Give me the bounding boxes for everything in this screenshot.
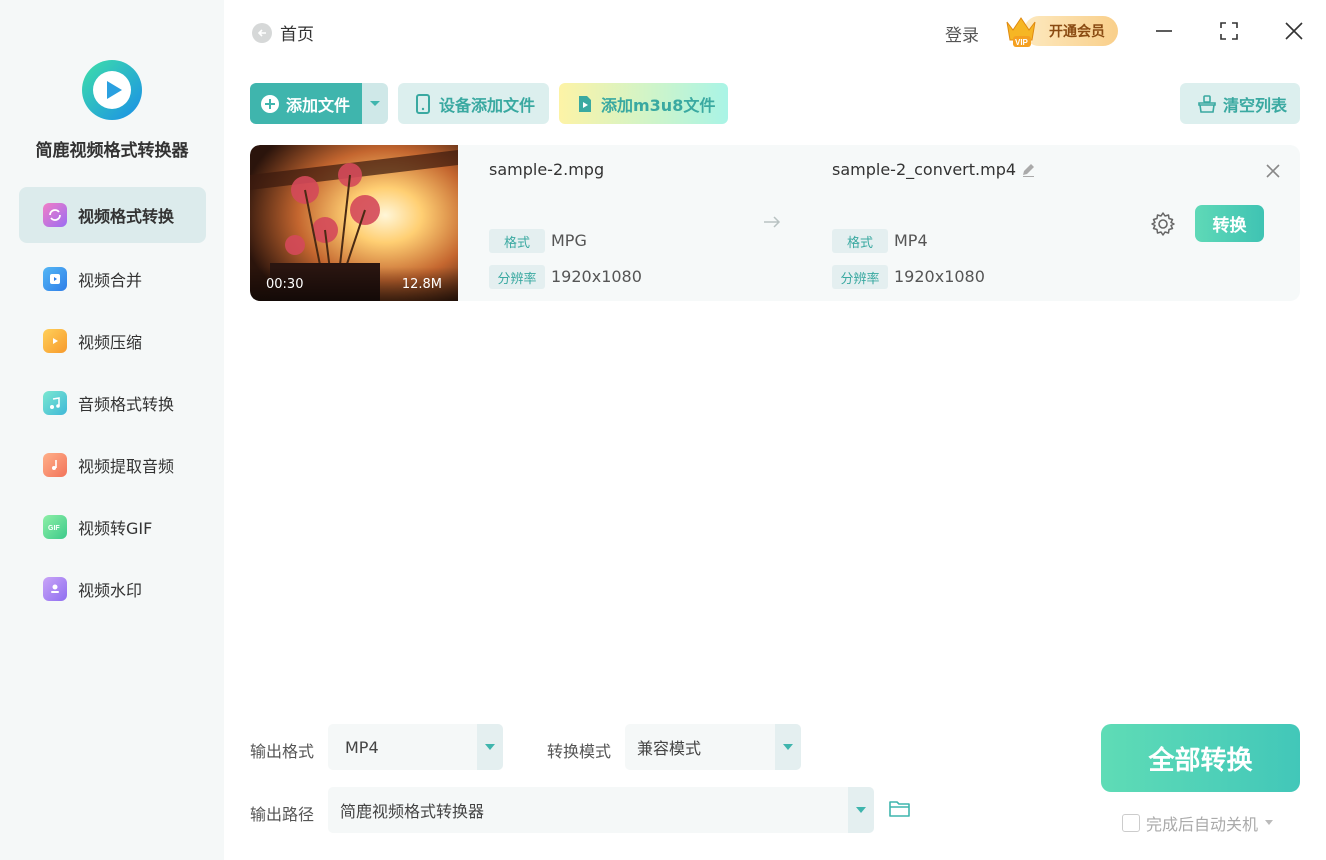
clear-list-button[interactable]: 清空列表 bbox=[1180, 83, 1300, 124]
output-path-value: 简鹿视频格式转换器 bbox=[340, 802, 485, 821]
source-resolution-tag: 分辨率 bbox=[489, 265, 545, 289]
source-format-tag: 格式 bbox=[489, 229, 545, 253]
app-logo-icon bbox=[80, 58, 144, 122]
add-m3u8-label: 添加m3u8文件 bbox=[601, 95, 716, 115]
sidebar-item-video-convert[interactable]: 视频格式转换 bbox=[19, 187, 206, 243]
add-m3u8-button[interactable]: 添加m3u8文件 bbox=[559, 83, 728, 124]
video-duration: 00:30 bbox=[266, 277, 304, 292]
auto-shutdown-label: 完成后自动关机 bbox=[1146, 815, 1259, 834]
login-link[interactable]: 登录 bbox=[945, 21, 979, 46]
sidebar: 简鹿视频格式转换器 视频格式转换 视频合并 视频压缩 音频格式转换 视频提取音频… bbox=[0, 0, 224, 860]
m3u8-file-icon bbox=[579, 95, 591, 112]
chevron-down-icon bbox=[485, 744, 495, 750]
sidebar-item-label: 视频转GIF bbox=[78, 519, 153, 538]
remove-file-icon[interactable] bbox=[1263, 161, 1283, 181]
output-format-value: MP4 bbox=[894, 231, 928, 250]
vip-badge-text: VIP bbox=[1015, 38, 1029, 47]
file-card: 00:30 12.8M sample-2.mpg 格式 MPG 分辨率 1920… bbox=[250, 145, 1300, 301]
sidebar-item-video-compress[interactable]: 视频压缩 bbox=[19, 313, 206, 369]
sidebar-item-watermark[interactable]: 视频水印 bbox=[19, 561, 206, 617]
maximize-button[interactable] bbox=[1216, 18, 1242, 44]
chevron-down-icon bbox=[370, 100, 380, 106]
sidebar-item-label: 视频压缩 bbox=[78, 333, 143, 352]
chevron-down-icon bbox=[856, 807, 866, 813]
minimize-button[interactable] bbox=[1151, 18, 1177, 44]
convert-mode-label: 转换模式 bbox=[547, 742, 612, 761]
output-format-label: 输出格式 bbox=[250, 742, 315, 761]
video-merge-icon bbox=[43, 267, 67, 291]
back-arrow-icon bbox=[252, 22, 272, 43]
output-path-dropdown[interactable] bbox=[848, 787, 874, 833]
extract-audio-icon bbox=[43, 453, 67, 477]
chevron-down-icon bbox=[783, 744, 793, 750]
arrow-right-icon bbox=[764, 216, 781, 228]
vip-button[interactable]: 开通会员 VIP bbox=[1004, 12, 1118, 48]
audio-convert-icon bbox=[43, 391, 67, 415]
output-path-select[interactable]: 简鹿视频格式转换器 bbox=[328, 787, 874, 833]
convert-button[interactable]: 转换 bbox=[1195, 205, 1264, 242]
add-file-button[interactable]: 添加文件 bbox=[250, 83, 388, 124]
chevron-down-icon[interactable] bbox=[1264, 820, 1274, 826]
sidebar-item-gif[interactable]: GIF 视频转GIF bbox=[19, 499, 206, 555]
sidebar-item-extract-audio[interactable]: 视频提取音频 bbox=[19, 437, 206, 493]
output-resolution-value: 1920x1080 bbox=[894, 267, 985, 286]
sidebar-item-label: 视频提取音频 bbox=[78, 457, 175, 476]
output-filename-row[interactable]: sample-2_convert.mp4 bbox=[832, 160, 1036, 179]
settings-gear-icon[interactable] bbox=[1150, 211, 1176, 237]
app-name: 简鹿视频格式转换器 bbox=[35, 141, 189, 161]
watermark-icon bbox=[43, 577, 67, 601]
video-thumbnail[interactable]: 00:30 12.8M bbox=[250, 145, 458, 301]
sidebar-item-label: 视频合并 bbox=[78, 271, 143, 290]
convert-all-button[interactable]: 全部转换 bbox=[1101, 724, 1300, 792]
sidebar-item-audio-convert[interactable]: 音频格式转换 bbox=[19, 375, 206, 431]
add-file-label: 添加文件 bbox=[286, 95, 351, 115]
add-file-dropdown[interactable] bbox=[362, 83, 388, 124]
crown-icon: VIP bbox=[1006, 17, 1036, 47]
convert-mode-select-value: 兼容模式 bbox=[637, 739, 702, 758]
phone-icon bbox=[416, 93, 430, 114]
plus-circle-icon bbox=[261, 94, 279, 113]
back-label: 首页 bbox=[280, 25, 314, 45]
convert-mode-select[interactable]: 兼容模式 bbox=[625, 724, 801, 770]
output-format-select[interactable]: MP4 bbox=[328, 724, 503, 770]
auto-shutdown-checkbox[interactable] bbox=[1122, 814, 1140, 832]
sidebar-item-label: 音频格式转换 bbox=[78, 395, 175, 414]
output-filename: sample-2_convert.mp4 bbox=[832, 160, 1017, 179]
video-compress-icon bbox=[43, 329, 67, 353]
gif-icon: GIF bbox=[43, 515, 67, 539]
vip-label: 开通会员 bbox=[1024, 16, 1118, 46]
source-resolution-value: 1920x1080 bbox=[551, 267, 642, 286]
convert-mode-dropdown[interactable] bbox=[775, 724, 801, 770]
source-filename: sample-2.mpg bbox=[489, 160, 605, 179]
device-add-button[interactable]: 设备添加文件 bbox=[398, 83, 549, 124]
sidebar-item-label: 视频格式转换 bbox=[78, 207, 175, 226]
close-button[interactable] bbox=[1281, 18, 1307, 44]
broom-icon bbox=[1198, 94, 1216, 113]
device-add-label: 设备添加文件 bbox=[439, 95, 536, 115]
svg-text:GIF: GIF bbox=[48, 525, 60, 532]
add-file-main[interactable]: 添加文件 bbox=[250, 83, 362, 124]
clear-list-label: 清空列表 bbox=[1223, 95, 1288, 115]
output-format-tag: 格式 bbox=[832, 229, 888, 253]
sidebar-item-label: 视频水印 bbox=[78, 581, 143, 600]
video-size: 12.8M bbox=[401, 277, 442, 292]
edit-pencil-icon[interactable] bbox=[1020, 162, 1036, 178]
output-format-dropdown[interactable] bbox=[477, 724, 503, 770]
auto-shutdown-toggle[interactable]: 完成后自动关机 bbox=[1122, 811, 1274, 835]
output-path-label: 输出路径 bbox=[250, 805, 315, 824]
video-convert-icon bbox=[43, 203, 67, 227]
source-format-value: MPG bbox=[551, 231, 587, 250]
back-home-link[interactable]: 首页 bbox=[252, 20, 314, 45]
output-format-select-value: MP4 bbox=[345, 737, 379, 757]
output-resolution-tag: 分辨率 bbox=[832, 265, 888, 289]
open-folder-icon[interactable] bbox=[888, 798, 912, 820]
sidebar-item-video-merge[interactable]: 视频合并 bbox=[19, 251, 206, 307]
